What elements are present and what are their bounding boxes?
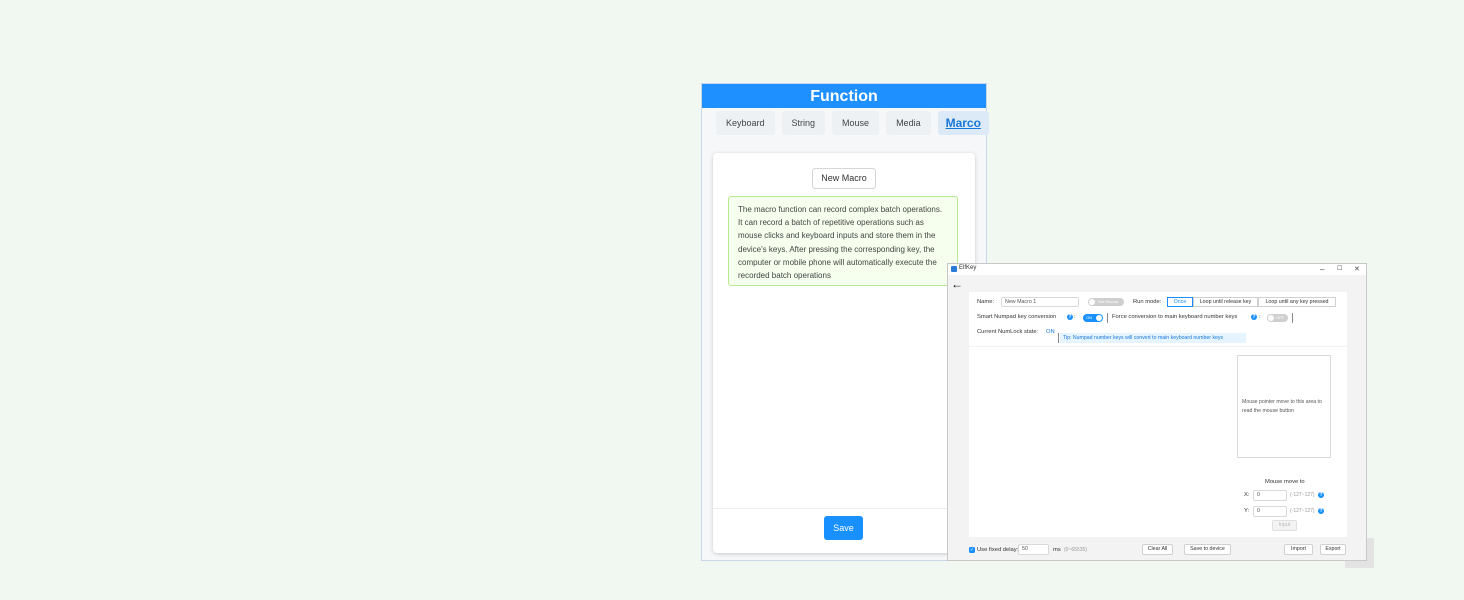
function-panel: Function Keyboard String Mouse Media Mar…	[701, 83, 989, 561]
smart-numpad-help-icon[interactable]: ?	[1067, 314, 1073, 320]
elfkey-window: ElfKey – ☐ ✕ ← Name: New Macro 1 Not Rec…	[947, 263, 1367, 561]
toggle-knob	[1268, 315, 1274, 321]
tab-mouse[interactable]: Mouse	[832, 111, 880, 135]
import-button[interactable]: Import	[1284, 544, 1313, 555]
y-label: Y:	[1244, 508, 1250, 514]
save-button[interactable]: Save	[824, 516, 863, 540]
toggle-knob	[1096, 315, 1102, 321]
clear-all-button[interactable]: Clear All	[1142, 544, 1173, 555]
fixed-delay-input[interactable]: 50	[1018, 544, 1049, 555]
x-help-icon[interactable]: ?	[1318, 492, 1324, 498]
mouse-move-label: Mouse move to	[1265, 479, 1305, 485]
record-toggle[interactable]: Not Record	[1088, 298, 1124, 306]
mouse-y-input[interactable]: 0	[1253, 506, 1287, 517]
delay-unit: ms	[1053, 547, 1061, 553]
colon-text: :	[1259, 314, 1261, 320]
force-conversion-label: Force conversion to main keyboard number…	[1112, 314, 1238, 320]
card-divider	[713, 508, 975, 509]
recording-area: Mouse pointer move to this area to read …	[969, 347, 1347, 537]
fixed-delay-label: Use fixed delay:	[977, 547, 1019, 553]
name-label: Name:	[977, 299, 995, 305]
force-conversion-toggle[interactable]: OFF	[1267, 314, 1288, 322]
divider	[1058, 333, 1059, 343]
divider	[1292, 313, 1293, 323]
title-bar: ElfKey – ☐ ✕	[948, 264, 1366, 275]
mouse-capture-area[interactable]: Mouse pointer move to this area to read …	[1237, 355, 1331, 458]
fixed-delay-checkbox[interactable]: ✓	[969, 547, 975, 553]
macro-config: Name: New Macro 1 Not Record Run mode: O…	[969, 292, 1347, 346]
macro-name-input[interactable]: New Macro 1	[1001, 297, 1079, 307]
tab-string[interactable]: String	[781, 111, 826, 135]
y-range: (-127~127)	[1290, 508, 1315, 514]
maximize-icon[interactable]: ☐	[1337, 264, 1342, 275]
app-icon	[951, 266, 957, 272]
force-conversion-state: OFF	[1276, 315, 1284, 320]
colon-text: :	[1074, 314, 1076, 320]
export-button[interactable]: Export	[1320, 544, 1346, 555]
y-help-icon[interactable]: ?	[1318, 508, 1324, 514]
tab-marco[interactable]: Marco	[937, 111, 989, 135]
delay-range: (0~65535)	[1064, 547, 1087, 553]
force-conversion-help-icon[interactable]: ?	[1251, 314, 1257, 320]
smart-numpad-label: Smart Numpad key conversion	[977, 314, 1057, 320]
divider	[1107, 313, 1108, 323]
run-mode-loop-any-key[interactable]: Loop until any key pressed	[1258, 297, 1336, 307]
tab-keyboard[interactable]: Keyboard	[716, 111, 775, 135]
close-icon[interactable]: ✕	[1354, 264, 1360, 275]
run-mode-once[interactable]: Once	[1167, 297, 1193, 307]
function-tabs: Keyboard String Mouse Media Marco	[716, 111, 989, 135]
mouse-x-input[interactable]: 0	[1253, 490, 1287, 501]
run-mode-loop-release[interactable]: Loop until release key	[1193, 297, 1258, 307]
numlock-value: ON	[1046, 329, 1055, 335]
run-mode-label: Run mode:	[1133, 299, 1162, 305]
new-macro-button[interactable]: New Macro	[812, 168, 876, 189]
input-button[interactable]: Input	[1272, 520, 1297, 531]
toggle-knob	[1089, 299, 1095, 305]
smart-numpad-state: ON	[1086, 315, 1092, 320]
window-title: ElfKey	[959, 265, 977, 271]
x-range: (-127~127)	[1290, 492, 1315, 498]
macro-description: The macro function can record complex ba…	[728, 196, 958, 286]
save-to-device-button[interactable]: Save to device	[1184, 544, 1231, 555]
smart-numpad-toggle[interactable]: ON	[1083, 314, 1103, 322]
minimize-icon[interactable]: –	[1320, 264, 1324, 275]
numlock-label: Current NumLock state:	[977, 329, 1039, 335]
x-label: X:	[1244, 492, 1250, 498]
tab-media[interactable]: Media	[886, 111, 931, 135]
record-toggle-text: Not Record	[1098, 299, 1119, 304]
numpad-tip: Tip: Numpad number keys will convert to …	[1060, 333, 1246, 343]
function-title: Function	[702, 84, 986, 108]
back-arrow-icon[interactable]: ←	[951, 278, 963, 290]
macro-card: New Macro The macro function can record …	[713, 153, 975, 553]
